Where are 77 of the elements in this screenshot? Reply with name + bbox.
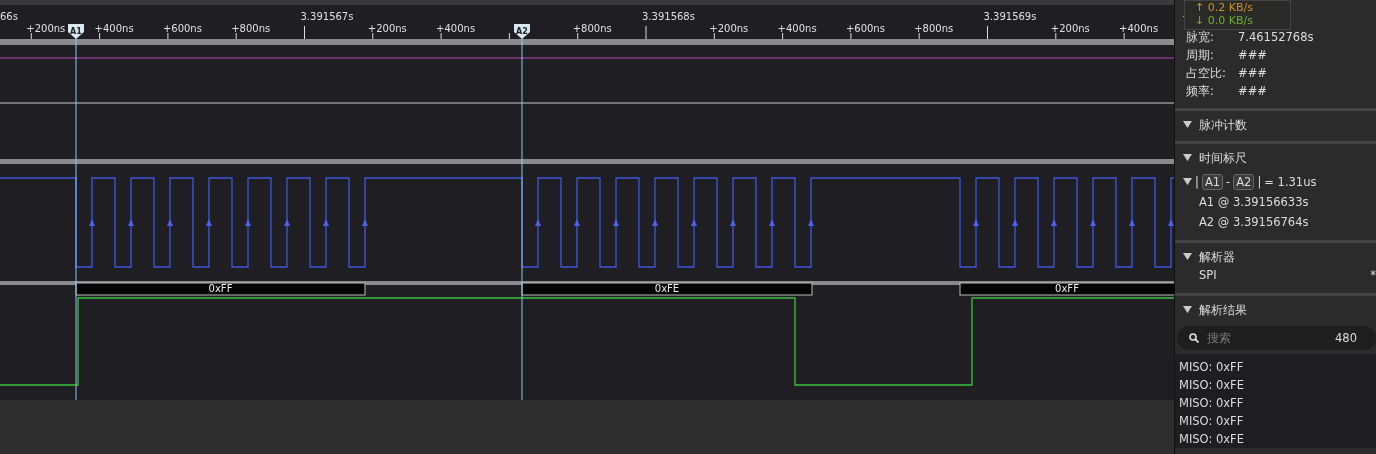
rising-edge-icon — [808, 219, 814, 226]
search-input[interactable]: 搜索 — [1207, 331, 1327, 345]
section-title: 时间标尺 — [1199, 149, 1247, 167]
rising-edge-icon — [769, 219, 775, 226]
delta-text: = 1.31us — [1264, 175, 1317, 189]
rising-edge-icon — [574, 219, 580, 226]
time-tick-label: +800ns — [231, 23, 271, 34]
rising-edge-icon — [1129, 219, 1135, 226]
rising-edge-icon — [362, 219, 368, 226]
rising-edge-icon — [323, 219, 329, 226]
measure-value: ### — [1238, 48, 1267, 62]
time-tick-label: 3.391569s — [983, 11, 1037, 22]
result-item[interactable]: MISO: 0xFF — [1179, 412, 1376, 430]
decoded-value: 0xFF — [1055, 283, 1079, 294]
cursor-marker[interactable]: A1 — [68, 24, 84, 39]
time-tick-label: +200ns — [709, 23, 749, 34]
rising-edge-icon — [1051, 219, 1057, 226]
measure-label: 周期: — [1186, 47, 1215, 63]
rising-edge-icon — [652, 219, 658, 226]
search-field[interactable]: 搜索 480 — [1177, 326, 1376, 350]
rising-edge-icon — [128, 219, 134, 226]
delta-text: | — [1257, 175, 1262, 189]
measure-value: ### — [1238, 84, 1267, 98]
rising-edge-icon — [613, 219, 619, 226]
time-tick-label: +800ns — [914, 23, 954, 34]
rising-edge-icon — [167, 219, 173, 226]
time-tick-label: +400ns — [1119, 23, 1159, 34]
rising-edge-icon — [245, 219, 251, 226]
delta-text: | — [1195, 175, 1199, 189]
decoder-extra: * — [1370, 268, 1376, 282]
measure-value: ### — [1238, 66, 1267, 80]
rising-edge-icon — [1168, 219, 1174, 226]
time-tick-label: 3.391568s — [642, 11, 695, 22]
result-count: 480 — [1335, 331, 1357, 345]
section-title: 解析结果 — [1199, 301, 1247, 319]
time-tick-label: +200ns — [367, 23, 407, 34]
search-icon — [1189, 333, 1199, 343]
time-tick-label: +600ns — [845, 23, 885, 34]
rising-edge-icon — [691, 219, 697, 226]
rising-edge-icon — [730, 219, 736, 226]
upload-rate: ↑ 0.2 KB/s — [1195, 1, 1254, 14]
measure-label: 脉宽: — [1186, 29, 1215, 45]
time-tick-label: 66s — [0, 11, 18, 22]
time-tick-label: 3.391567s — [300, 11, 354, 22]
decoder-name[interactable]: SPI — [1199, 268, 1217, 282]
measure-label: 占空比: — [1186, 65, 1227, 81]
rising-edge-icon — [206, 219, 212, 226]
time-tick-label: +600ns — [162, 23, 202, 34]
rising-edge-icon — [284, 219, 290, 226]
time-tick-label: +800ns — [572, 23, 612, 34]
measure-label: 频率: — [1186, 83, 1215, 99]
cursor-tag: A1 — [1201, 174, 1224, 190]
result-item[interactable]: MISO: 0xFE — [1179, 376, 1376, 394]
cursor-time: A2 @ 3.39156764s — [1198, 214, 1310, 231]
measure-value: 7.46152768s — [1238, 30, 1314, 44]
time-tick-label: +200ns — [1050, 23, 1090, 34]
rising-edge-icon — [1090, 219, 1096, 226]
cursor-marker[interactable]: A2 — [514, 24, 530, 39]
rising-edge-icon — [973, 219, 979, 226]
time-tick-label: +400ns — [777, 23, 817, 34]
cursor-tag: A2 — [1233, 174, 1255, 190]
rising-edge-icon — [1012, 219, 1018, 226]
rising-edge-icon — [535, 219, 541, 226]
cursor-time: A1 @ 3.39156633s — [1198, 194, 1310, 211]
download-rate: ↓ 0.0 KB/s — [1195, 14, 1254, 27]
time-tick-label: +200ns — [26, 23, 66, 34]
result-item[interactable]: MISO: 0xFF — [1179, 394, 1376, 412]
delta-text: - — [1226, 175, 1231, 189]
result-item[interactable]: MISO: 0xFE — [1179, 430, 1376, 448]
time-tick-label: +400ns — [436, 23, 476, 34]
time-tick-label: +400ns — [94, 23, 134, 34]
decoded-value: 0xFF — [208, 283, 233, 294]
result-item[interactable]: MISO: 0xFF — [1179, 358, 1376, 376]
section-title: 脉冲计数 — [1199, 116, 1247, 134]
rising-edge-icon — [89, 219, 95, 226]
decoded-value: 0xFE — [654, 283, 680, 294]
section-title: 解析器 — [1199, 248, 1235, 266]
